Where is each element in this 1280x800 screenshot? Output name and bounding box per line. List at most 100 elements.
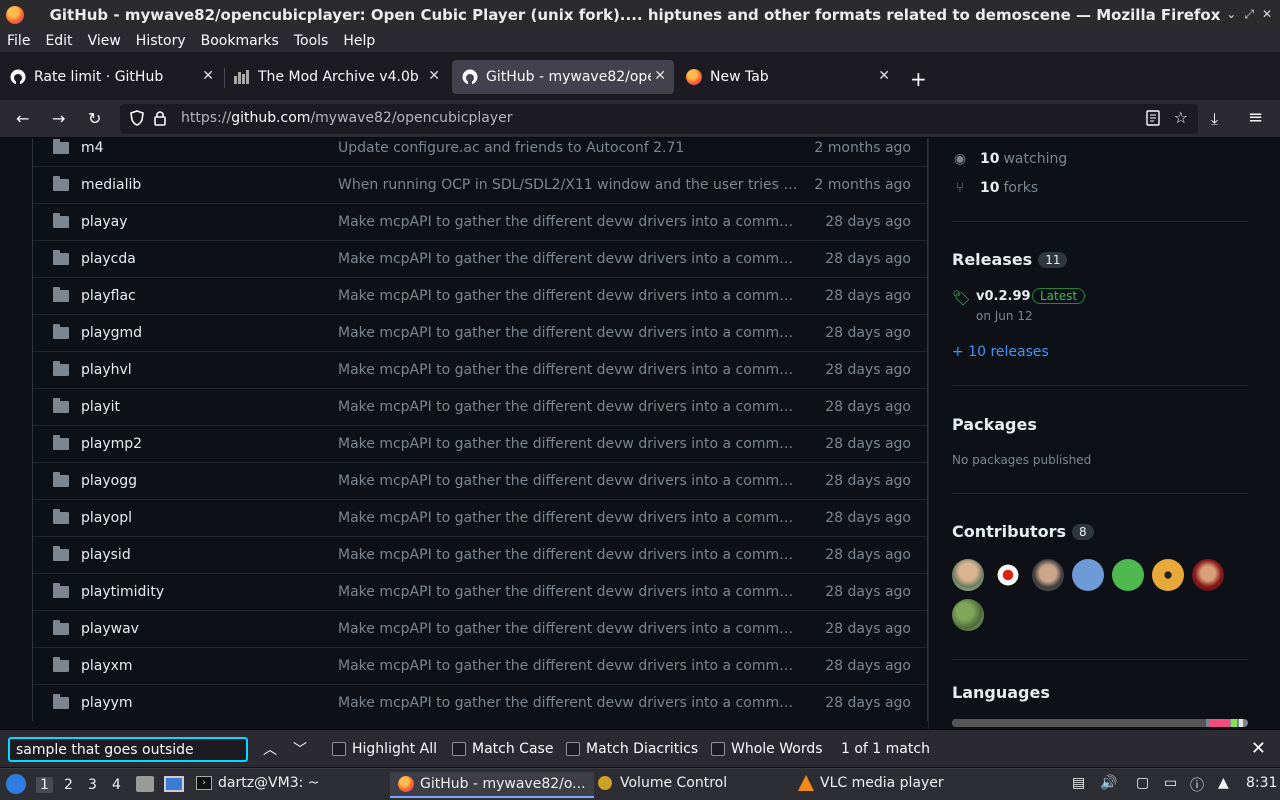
file-name-link[interactable]: playxm (81, 658, 133, 674)
contributor-avatar[interactable] (1112, 559, 1144, 591)
file-row[interactable]: playay Make mcpAPI to gather the differen… (33, 203, 927, 240)
commit-message-link[interactable]: Make mcpAPI to gather the different devw… (338, 436, 798, 452)
commit-message-link[interactable]: Make mcpAPI to gather the different devw… (338, 658, 798, 674)
match-diacritics-checkbox[interactable]: Match Diacritics (566, 741, 698, 757)
maximize-icon[interactable]: ⤢ (1244, 7, 1254, 22)
file-row[interactable]: playmp2 Make mcpAPI to gather the differe… (33, 425, 927, 462)
file-row[interactable]: playopl Make mcpAPI to gather the differe… (33, 499, 927, 536)
tab-mod-archive[interactable]: The Mod Archive v4.0b - ✕ (224, 60, 448, 94)
tab-github-active[interactable]: GitHub - mywave82/oper ✕ (452, 60, 674, 94)
file-row[interactable]: playcda Make mcpAPI to gather the differe… (33, 240, 927, 277)
tracking-shield-icon[interactable] (130, 110, 144, 126)
commit-message-link[interactable]: Make mcpAPI to gather the different devw… (338, 251, 798, 267)
show-desktop-icon[interactable] (164, 776, 184, 792)
commit-message-link[interactable]: Make mcpAPI to gather the different devw… (338, 399, 798, 415)
file-name-link[interactable]: playmp2 (81, 436, 142, 452)
contributors-title[interactable]: Contributors 8 (952, 522, 1094, 541)
commit-message-link[interactable]: Update configure.ac and friends to Autoc… (338, 140, 798, 156)
releases-title[interactable]: Releases 11 (952, 250, 1068, 269)
bookmark-star-icon[interactable]: ☆ (1174, 108, 1188, 127)
start-menu-icon[interactable] (6, 774, 26, 794)
taskbar-volume-control[interactable]: Volume Control (598, 775, 727, 791)
close-tab-icon[interactable]: ✕ (878, 68, 890, 84)
commit-message-link[interactable]: Make mcpAPI to gather the different devw… (338, 362, 798, 378)
commit-message-link[interactable]: Make mcpAPI to gather the different devw… (338, 288, 798, 304)
file-row[interactable]: playtimidity Make mcpAPI to gather the di… (33, 573, 927, 610)
file-name-link[interactable]: playwav (81, 621, 139, 637)
notification-icon[interactable]: ⓘ (1190, 775, 1204, 795)
file-name-link[interactable]: playogg (81, 473, 137, 489)
file-name-link[interactable]: playflac (81, 288, 136, 304)
clipboard-icon[interactable]: ▤ (1072, 775, 1085, 791)
taskbar-terminal[interactable]: › dartz@VM3: ~ (196, 775, 320, 791)
whole-words-checkbox[interactable]: Whole Words (711, 741, 823, 757)
commit-message-link[interactable]: When running OCP in SDL/SDL2/X11 window … (338, 177, 798, 193)
notes-icon[interactable]: ▢ (1136, 775, 1149, 791)
contributor-avatar[interactable] (952, 559, 984, 591)
file-row[interactable]: medialib When running OCP in SDL/SDL2/X11… (33, 166, 927, 203)
file-name-link[interactable]: playit (81, 399, 120, 415)
speaker-icon[interactable]: 🔊 (1100, 775, 1117, 791)
file-name-link[interactable]: playay (81, 214, 128, 230)
commit-message-link[interactable]: Make mcpAPI to gather the different devw… (338, 510, 798, 526)
contributor-avatar[interactable] (1072, 559, 1104, 591)
file-name-link[interactable]: playopl (81, 510, 132, 526)
file-name-link[interactable]: playym (81, 695, 133, 711)
app-menu-button[interactable]: ≡ (1248, 107, 1263, 128)
find-next-button[interactable]: ﹀ (293, 739, 307, 759)
match-case-checkbox[interactable]: Match Case (452, 741, 553, 757)
file-row[interactable]: playgmd Make mcpAPI to gather the differe… (33, 314, 927, 351)
commit-message-link[interactable]: Make mcpAPI to gather the different devw… (338, 584, 798, 600)
packages-title[interactable]: Packages (952, 415, 1037, 434)
close-tab-icon[interactable]: ✕ (654, 68, 666, 84)
menu-edit[interactable]: Edit (45, 33, 72, 49)
file-row[interactable]: playit Make mcpAPI to gather the differen… (33, 388, 927, 425)
vlc-tray-icon[interactable]: ▲ (1218, 775, 1229, 791)
release-link[interactable]: v0.2.99 (976, 289, 1031, 304)
workspace-4[interactable]: 4 (112, 777, 121, 793)
contributor-avatar[interactable] (1152, 559, 1184, 591)
tab-rate-limit[interactable]: Rate limit · GitHub ✕ (0, 60, 222, 94)
contributor-avatar[interactable] (992, 559, 1024, 591)
file-name-link[interactable]: playsid (81, 547, 131, 563)
reader-view-icon[interactable] (1146, 110, 1160, 126)
commit-message-link[interactable]: Make mcpAPI to gather the different devw… (338, 547, 798, 563)
find-input[interactable] (8, 737, 248, 762)
menu-file[interactable]: File (7, 33, 30, 49)
commit-message-link[interactable]: Make mcpAPI to gather the different devw… (338, 325, 798, 341)
file-row[interactable]: playflac Make mcpAPI to gather the differ… (33, 277, 927, 314)
file-manager-icon[interactable] (136, 776, 154, 792)
commit-message-link[interactable]: Make mcpAPI to gather the different devw… (338, 473, 798, 489)
workspace-2[interactable]: 2 (64, 777, 73, 793)
find-previous-button[interactable]: ︿ (263, 739, 277, 759)
commit-message-link[interactable]: Make mcpAPI to gather the different devw… (338, 214, 798, 230)
forks-link[interactable]: ⑂ 10 forks (952, 180, 1038, 196)
close-tab-icon[interactable]: ✕ (428, 68, 440, 84)
file-name-link[interactable]: playtimidity (81, 584, 164, 600)
menu-view[interactable]: View (88, 33, 121, 49)
new-tab-button[interactable]: + (910, 67, 927, 91)
highlight-all-checkbox[interactable]: Highlight All (332, 741, 437, 757)
find-close-button[interactable]: ✕ (1251, 738, 1266, 759)
file-name-link[interactable]: medialib (81, 177, 141, 193)
menu-history[interactable]: History (136, 33, 186, 49)
menu-tools[interactable]: Tools (294, 33, 329, 49)
file-row[interactable]: playxm Make mcpAPI to gather the differen… (33, 647, 927, 684)
commit-message-link[interactable]: Make mcpAPI to gather the different devw… (338, 695, 798, 711)
close-tab-icon[interactable]: ✕ (202, 68, 214, 84)
file-row[interactable]: playhvl Make mcpAPI to gather the differe… (33, 351, 927, 388)
downloads-button[interactable]: ⤓ (1211, 109, 1218, 129)
more-releases-link[interactable]: + 10 releases (952, 344, 1049, 360)
forward-button[interactable]: → (52, 109, 65, 128)
commit-message-link[interactable]: Make mcpAPI to gather the different devw… (338, 621, 798, 637)
contributor-avatar[interactable] (1032, 559, 1064, 591)
taskbar-vlc[interactable]: VLC media player (798, 775, 944, 791)
file-name-link[interactable]: m4 (81, 140, 104, 156)
file-row[interactable]: playym Make mcpAPI to gather the differen… (33, 684, 927, 721)
tab-new-tab[interactable]: New Tab ✕ (676, 60, 898, 94)
file-name-link[interactable]: playhvl (81, 362, 132, 378)
url-bar[interactable]: https://github.com/mywave82/opencubicpla… (120, 104, 1198, 134)
contributor-avatar[interactable] (1192, 559, 1224, 591)
menu-bookmarks[interactable]: Bookmarks (201, 33, 279, 49)
workspace-3[interactable]: 3 (88, 777, 97, 793)
